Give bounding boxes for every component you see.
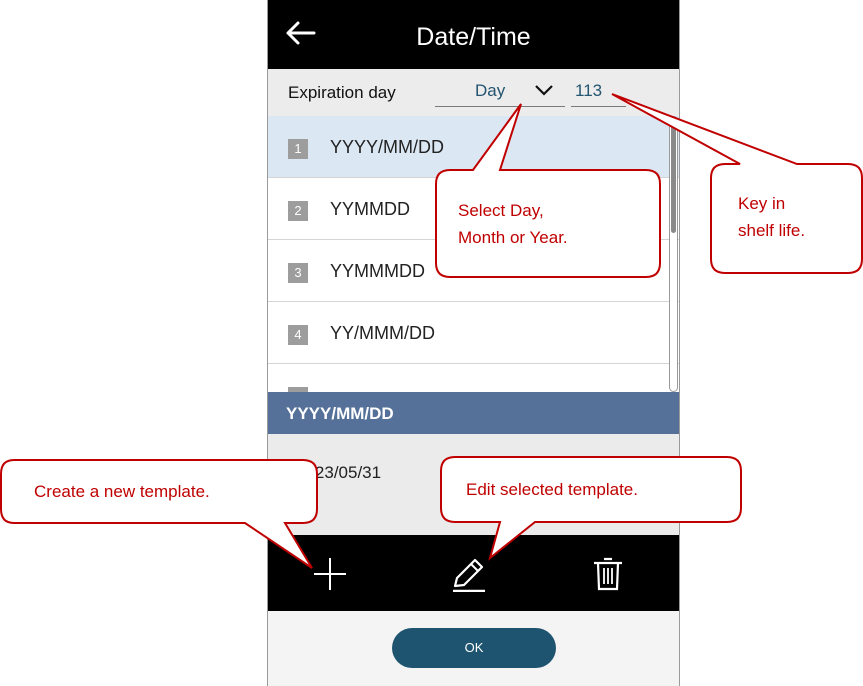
callout-create <box>0 459 318 569</box>
callout-select-unit <box>435 103 661 278</box>
callout-select-unit-line1: Select Day, <box>458 201 544 220</box>
callout-edit <box>440 456 742 561</box>
callout-shelf-life-line2: shelf life. <box>738 221 806 240</box>
callout-shelf-life-line1: Key in <box>738 194 786 213</box>
callout-shapes <box>0 93 863 569</box>
callout-edit-text: Edit selected template. <box>466 480 638 499</box>
callout-create-text: Create a new template. <box>34 482 210 501</box>
callout-select-unit-line2: Month or Year. <box>458 228 568 247</box>
